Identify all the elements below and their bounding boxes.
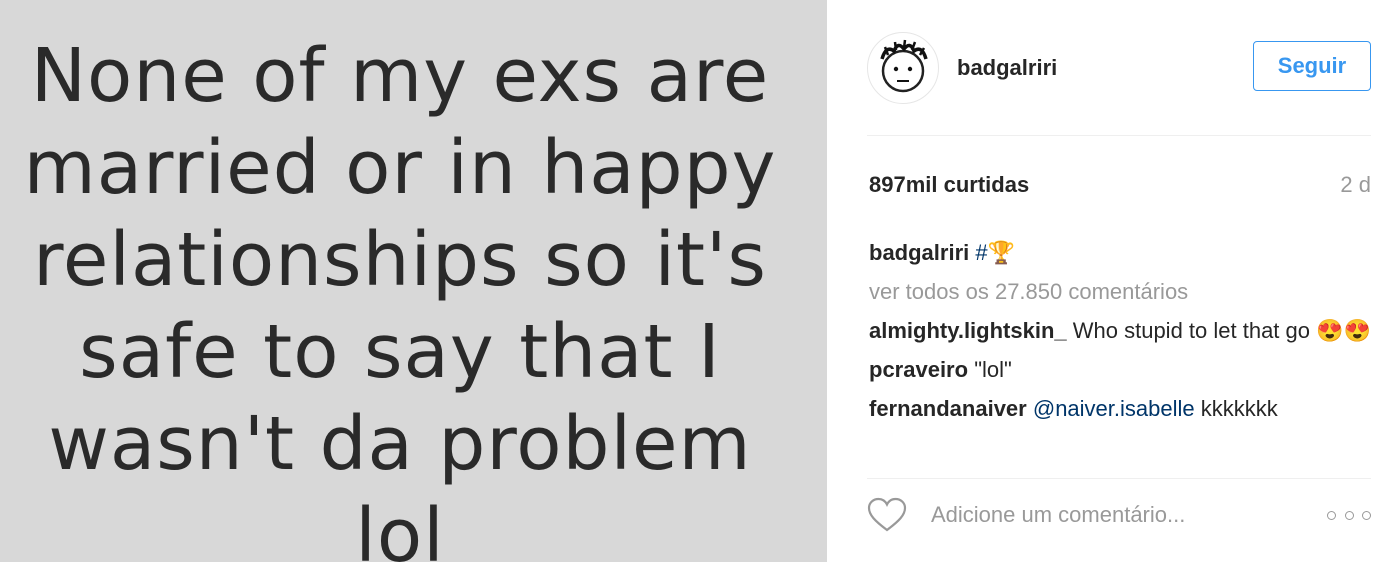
list-item: fernandanaiver @naiver.isabelle kkkkkkk (869, 393, 1371, 425)
cartoon-face-avatar-icon (880, 39, 928, 92)
post-image[interactable]: None of my exs are married or in happy r… (0, 0, 827, 562)
header-divider (867, 135, 1371, 136)
comment-mention[interactable]: @naiver.isabelle (1033, 396, 1195, 421)
follow-button[interactable]: Seguir (1253, 41, 1371, 91)
list-item: pcraveiro "lol" (869, 354, 1371, 386)
comment-text: Who stupid to let that go 😍😍 (1072, 318, 1371, 343)
comment-composer (867, 478, 1371, 551)
hashtag-symbol: # (975, 240, 988, 265)
caption-author[interactable]: badgalriri (869, 240, 969, 265)
stats-row: 897mil curtidas 2 d (869, 172, 1371, 198)
post-header: badgalriri Seguir (867, 30, 1371, 105)
comment-text: "lol" (974, 357, 1012, 382)
dot (1327, 510, 1336, 520)
dot (1344, 510, 1354, 520)
comment-text: kkkkkkk (1200, 396, 1278, 421)
comment-author[interactable]: almighty.lightskin_ (869, 318, 1067, 343)
trophy-icon: 🏆 (987, 240, 1016, 265)
post-age[interactable]: 2 d (1340, 172, 1371, 198)
avatar[interactable] (867, 31, 939, 104)
instagram-post: None of my exs are married or in happy r… (0, 0, 1399, 562)
comment-author[interactable]: pcraveiro (869, 357, 968, 382)
caption-hashtag[interactable]: #🏆 (975, 240, 1015, 265)
comment-input[interactable] (929, 501, 1313, 529)
view-all-comments-link[interactable]: ver todos os 27.850 comentários (869, 276, 1371, 308)
comments-list: badgalriri #🏆 ver todos os 27.850 coment… (869, 237, 1371, 452)
dot (1362, 510, 1371, 520)
post-sidebar: badgalriri Seguir 897mil curtidas 2 d ba… (827, 0, 1399, 562)
caption: badgalriri #🏆 (869, 237, 1371, 269)
heart-icon[interactable] (867, 497, 907, 533)
comment-author[interactable]: fernandanaiver (869, 396, 1027, 421)
image-text: None of my exs are married or in happy r… (23, 33, 777, 562)
likes-count[interactable]: 897mil curtidas (869, 172, 1029, 198)
more-options-icon[interactable] (1327, 505, 1371, 525)
list-item: almighty.lightskin_ Who stupid to let th… (869, 315, 1371, 347)
header-username[interactable]: badgalriri (957, 55, 1057, 81)
